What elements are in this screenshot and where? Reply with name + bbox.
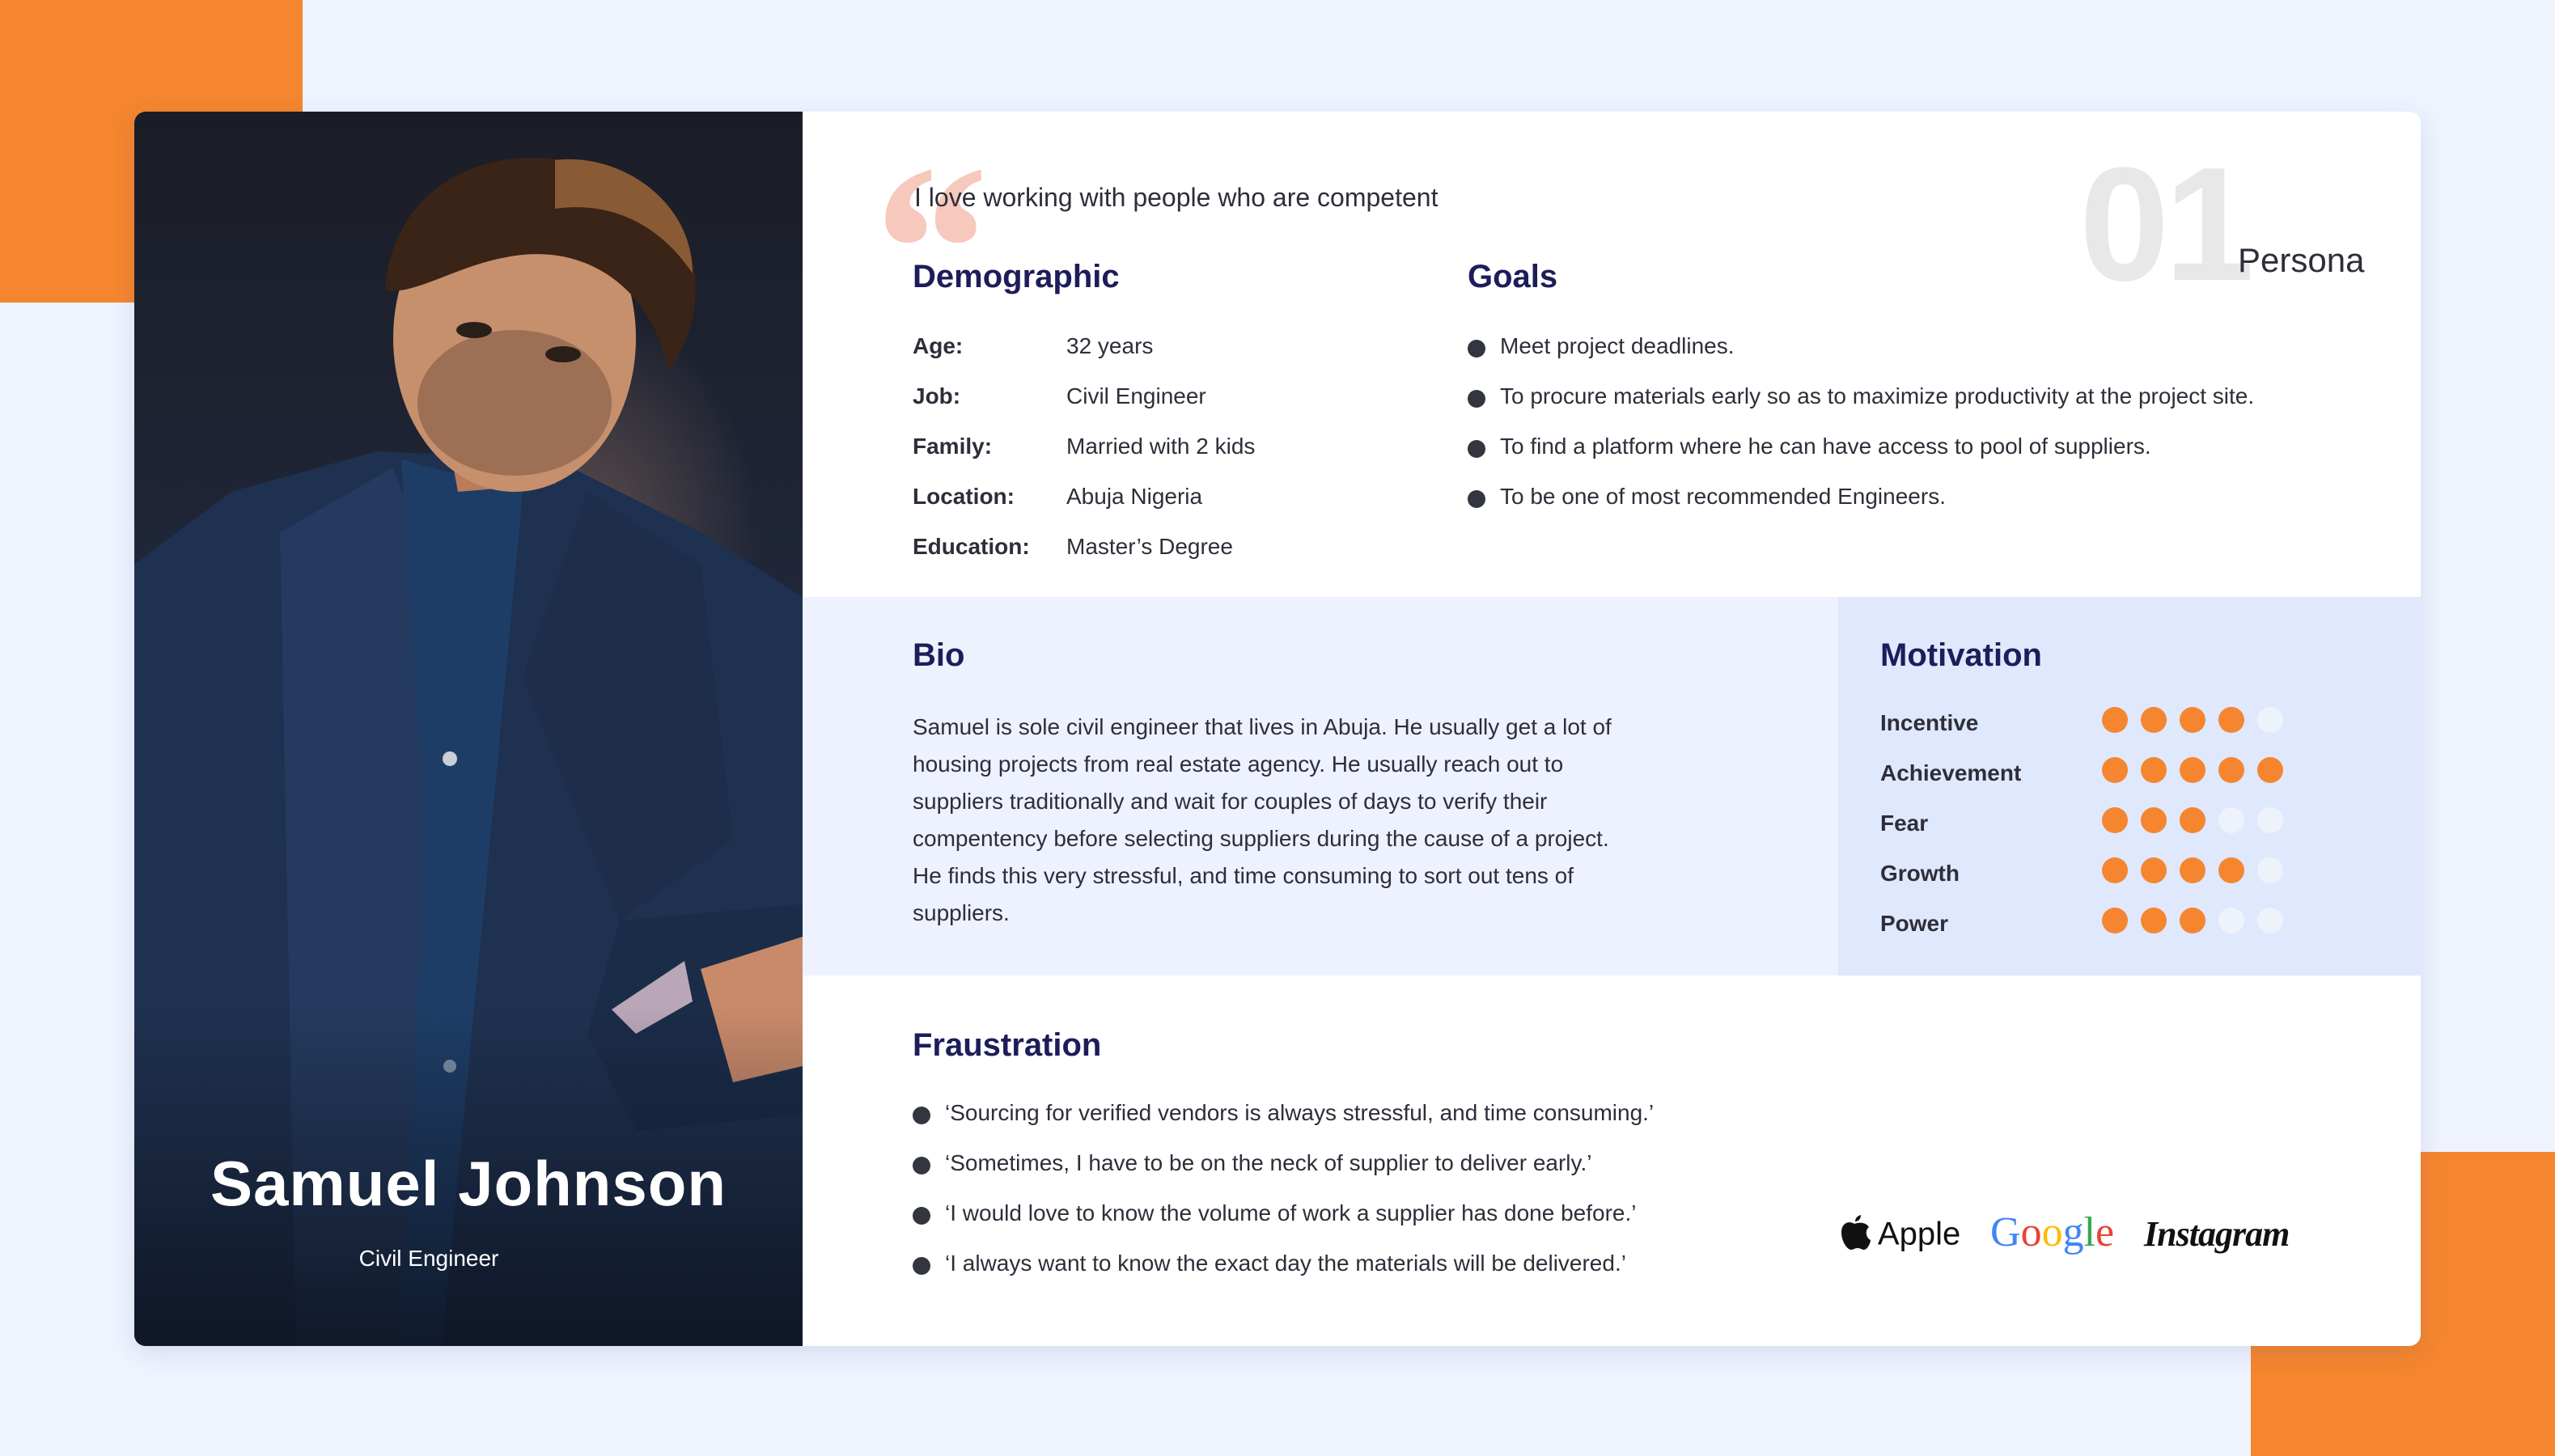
frustration-text: ‘Sometimes, I have to be on the neck of … [945, 1150, 1592, 1175]
rating-dot-filled [2141, 857, 2167, 883]
demographic-key: Education: [913, 534, 1030, 559]
motivation-label: Achievement [1880, 760, 2022, 785]
rating-dot-filled [2141, 707, 2167, 733]
google-letter: l [2083, 1209, 2096, 1255]
apple-brand-label: Apple [1877, 1216, 1961, 1252]
bio-line: suppliers. [913, 900, 1010, 925]
instagram-brand: Instagram [2144, 1214, 2290, 1254]
rating-dot-filled [2180, 908, 2205, 933]
demographic-key: Age: [913, 333, 964, 358]
rating-dot-filled [2102, 757, 2128, 783]
bio-text: Samuel is sole civil engineer that lives… [913, 709, 1689, 932]
google-letter: e [2095, 1209, 2115, 1255]
motivation-label: Power [1880, 911, 1949, 936]
rating-dot-empty [2257, 908, 2283, 933]
bio-line: Samuel is sole civil engineer that lives… [913, 714, 1612, 739]
frustration-text: ‘I always want to know the exact day the… [945, 1251, 1626, 1276]
bio-line: housing projects from real estate agency… [913, 751, 1564, 777]
apple-brand: Apple [1838, 1213, 1960, 1259]
google-letter: o [2020, 1209, 2042, 1255]
demographic-value: Master’s Degree [1066, 534, 1233, 559]
rating-dot-empty [2218, 807, 2244, 833]
goals-heading: Goals [1468, 259, 1558, 294]
rating-dot-filled [2180, 757, 2205, 783]
motivation-label: Fear [1880, 811, 1929, 836]
rating-dot-filled [2102, 857, 2128, 883]
demographic-key: Job: [913, 383, 961, 408]
bio-line: suppliers traditionally and wait for cou… [913, 789, 1548, 814]
rating-dot-filled [2180, 707, 2205, 733]
persona-number: 01 [2079, 134, 2254, 315]
demographic-value: Married with 2 kids [1066, 434, 1256, 459]
rating-dot-filled [2218, 857, 2244, 883]
bullet-icon [913, 1257, 930, 1275]
goal-text: Meet project deadlines. [1500, 333, 1735, 358]
persona-photo: Samuel Johnson Civil Engineer [134, 112, 803, 1346]
persona-label: Persona [2238, 241, 2365, 279]
rating-dot-empty [2257, 807, 2283, 833]
persona-name: Samuel Johnson [210, 1148, 727, 1219]
persona-role: Civil Engineer [358, 1246, 499, 1271]
demographic-key: Location: [913, 484, 1015, 509]
bio-line: He finds this very stressful, and time c… [913, 863, 1574, 888]
rating-dot-filled [2141, 757, 2167, 783]
rating-dot-filled [2102, 707, 2128, 733]
demographic-heading: Demographic [913, 259, 1120, 294]
rating-dot-filled [2257, 757, 2283, 783]
rating-dot-filled [2180, 857, 2205, 883]
demographic-value: Civil Engineer [1066, 383, 1206, 408]
bullet-icon [1468, 440, 1485, 458]
rating-dot-filled [2102, 807, 2128, 833]
rating-dot-filled [2218, 757, 2244, 783]
goal-text: To find a platform where he can have acc… [1500, 434, 2151, 459]
google-letter: G [1990, 1209, 2021, 1255]
bio-line: compentency before selecting suppliers d… [913, 826, 1609, 851]
goal-text: To be one of most recommended Engineers. [1500, 484, 1946, 509]
rating-dot-empty [2257, 707, 2283, 733]
google-letter: g [2062, 1209, 2084, 1255]
rating-dot-filled [2180, 807, 2205, 833]
frustration-text: ‘I would love to know the volume of work… [945, 1200, 1637, 1225]
bullet-icon [913, 1207, 930, 1225]
frustration-text: ‘Sourcing for verified vendors is always… [945, 1100, 1655, 1125]
bullet-icon [913, 1157, 930, 1175]
rating-dot-filled [2141, 908, 2167, 933]
demographic-key: Family: [913, 434, 993, 459]
goal-text: To procure materials early so as to maxi… [1500, 383, 2255, 408]
rating-dot-empty [2257, 857, 2283, 883]
bullet-icon [913, 1107, 930, 1124]
bullet-icon [1468, 490, 1485, 508]
persona-quote: I love working with people who are compe… [914, 183, 1439, 212]
bio-heading: Bio [913, 637, 965, 673]
frustration-heading: Fraustration [913, 1027, 1102, 1063]
demographic-value: 32 years [1066, 333, 1154, 358]
rating-dot-filled [2102, 908, 2128, 933]
demographic-value: Abuja Nigeria [1066, 484, 1203, 509]
motivation-label: Growth [1880, 861, 1960, 886]
google-brand: Google [1990, 1208, 2114, 1256]
rating-dot-filled [2218, 707, 2244, 733]
rating-dot-filled [2141, 807, 2167, 833]
persona-card: Samuel Johnson Civil Engineer “ I love w… [134, 112, 2421, 1346]
google-letter: o [2041, 1209, 2063, 1255]
rating-dot-empty [2218, 908, 2244, 933]
apple-logo-icon [1838, 1213, 1871, 1259]
bullet-icon [1468, 340, 1485, 358]
motivation-heading: Motivation [1880, 637, 2042, 673]
bullet-icon [1468, 390, 1485, 408]
motivation-label: Incentive [1880, 710, 1979, 735]
